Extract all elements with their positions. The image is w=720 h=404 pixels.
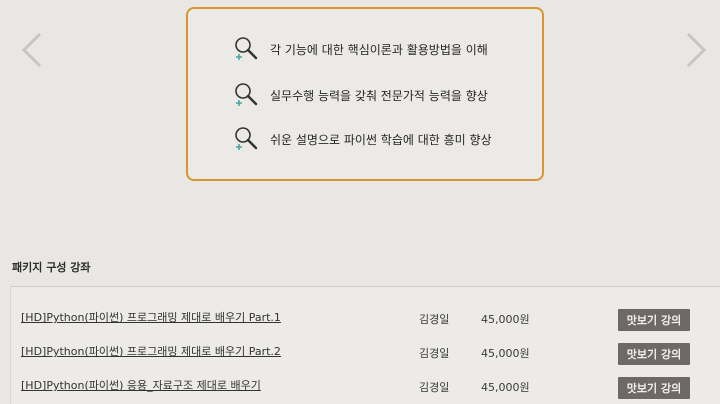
course-title-link[interactable]: [HD]Python(파이썬) 프로그래밍 제대로 배우기 Part.2 (21, 343, 281, 359)
magnifier-plus-icon (232, 81, 260, 109)
course-title-link[interactable]: [HD]Python(파이썬) 프로그래밍 제대로 배우기 Part.1 (21, 309, 281, 325)
course-teacher: 김경일 (419, 313, 450, 326)
package-section-title: 패키지 구성 강좌 (12, 261, 91, 274)
course-title-link[interactable]: [HD]Python(파이썬) 응용_자료구조 제대로 배우기 (21, 377, 261, 393)
course-teacher: 김경일 (419, 347, 450, 360)
chevron-left-icon (21, 32, 42, 68)
goal-item: 쉬운 설명으로 파이썬 학습에 대한 흥미 향상 (232, 125, 492, 153)
preview-lecture-button[interactable]: 맛보기 강의 (618, 377, 690, 399)
goal-item: 실무수행 능력을 갖춰 전문가적 능력을 향상 (232, 81, 488, 109)
course-price: 45,000원 (481, 313, 530, 326)
prev-arrow-button[interactable] (18, 30, 46, 70)
next-arrow-button[interactable] (682, 30, 710, 70)
magnifier-plus-icon (232, 125, 260, 153)
course-row: [HD]Python(파이썬) 응용_자료구조 제대로 배우기 김경일 45,0… (11, 373, 720, 401)
preview-lecture-button[interactable]: 맛보기 강의 (618, 309, 690, 331)
learning-goals-box: 각 기능에 대한 핵심이론과 활용방법을 이해 실무수행 능력을 갖춰 전문가적… (186, 7, 544, 181)
course-price: 45,000원 (481, 347, 530, 360)
goal-text: 쉬운 설명으로 파이썬 학습에 대한 흥미 향상 (270, 132, 492, 147)
goal-text: 실무수행 능력을 갖춰 전문가적 능력을 향상 (270, 88, 488, 103)
chevron-right-icon (686, 32, 707, 68)
course-row: [HD]Python(파이썬) 프로그래밍 제대로 배우기 Part.2 김경일… (11, 339, 720, 367)
course-row: [HD]Python(파이썬) 프로그래밍 제대로 배우기 Part.1 김경일… (11, 305, 720, 333)
goal-text: 각 기능에 대한 핵심이론과 활용방법을 이해 (270, 42, 488, 57)
course-list: [HD]Python(파이썬) 프로그래밍 제대로 배우기 Part.1 김경일… (10, 286, 720, 404)
course-price: 45,000원 (481, 381, 530, 394)
course-teacher: 김경일 (419, 381, 450, 394)
magnifier-plus-icon (232, 35, 260, 63)
preview-lecture-button[interactable]: 맛보기 강의 (618, 343, 690, 365)
goal-item: 각 기능에 대한 핵심이론과 활용방법을 이해 (232, 35, 488, 63)
